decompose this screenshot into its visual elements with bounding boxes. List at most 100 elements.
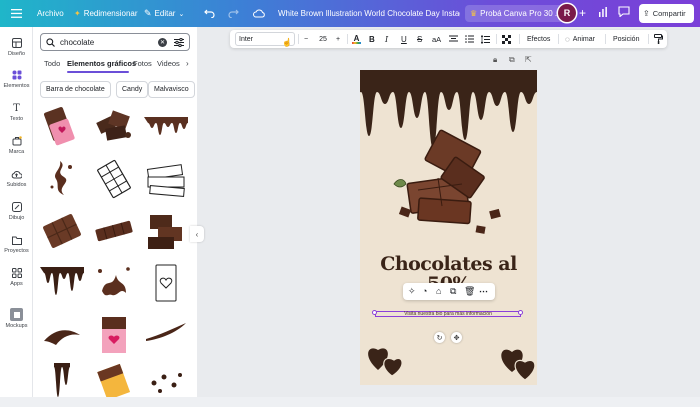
divider	[558, 34, 559, 44]
design-page[interactable]: Chocolates al 50% Visita nuestra bio par…	[360, 70, 537, 385]
graphic-chocolate-splash[interactable]	[40, 157, 84, 201]
italic-button[interactable]: I	[385, 30, 388, 48]
divider	[519, 34, 520, 44]
tab-photos[interactable]: Fotos	[133, 59, 152, 68]
graphic-chocolate-bar-heart-outline[interactable]	[144, 261, 188, 305]
magic-write-icon[interactable]: ✧	[408, 286, 416, 296]
search-input[interactable]: chocolate ✕	[40, 33, 190, 51]
underline-button[interactable]: U	[401, 30, 407, 48]
graphic-chocolate-stack-outline[interactable]	[144, 157, 188, 201]
animate-button[interactable]: ◌ Animar	[565, 30, 595, 48]
upload-icon	[11, 168, 23, 180]
text-color-icon: A	[353, 33, 360, 43]
font-size-value[interactable]: 25	[315, 30, 331, 48]
chip[interactable]: Barra de chocolate	[40, 81, 111, 98]
letter-case-button[interactable]: aA	[432, 30, 441, 48]
graphic-chocolate-bar-dark[interactable]	[40, 209, 84, 253]
bold-button[interactable]: B	[369, 30, 375, 48]
rail-item-design[interactable]: Diseño	[0, 37, 33, 57]
filter-icon[interactable]	[174, 37, 184, 47]
rail-item-text[interactable]: T Texto	[0, 102, 33, 123]
hamburger-icon[interactable]	[10, 7, 22, 19]
line-spacing-icon[interactable]	[481, 30, 490, 48]
more-options-icon[interactable]: ⋯	[479, 286, 488, 296]
selected-subtitle-text[interactable]: Visita nuestra bio para más información	[375, 311, 521, 317]
graphic-chocolate-bar-outline[interactable]	[92, 157, 136, 201]
add-page-icon[interactable]: ⇱	[525, 55, 532, 64]
rail-label: Mockups	[5, 323, 28, 329]
tab-all[interactable]: Todo	[44, 59, 60, 68]
text-color-button[interactable]: A	[352, 30, 361, 48]
rail-item-draw[interactable]: Dibujo	[0, 201, 33, 221]
graphic-chocolate-drip-curve[interactable]	[144, 313, 188, 357]
graphic-chocolate-bar-pink[interactable]	[40, 105, 84, 149]
graphic-chocolate-chips[interactable]	[144, 363, 188, 407]
rail-item-projects[interactable]: Proyectos	[0, 234, 33, 254]
draw-icon	[11, 201, 23, 213]
avatar[interactable]: R	[558, 4, 576, 22]
file-menu[interactable]: Archivo	[37, 9, 64, 18]
list-icon[interactable]	[465, 30, 474, 48]
chocolate-illustration	[360, 70, 537, 381]
graphic-chocolate-drip[interactable]	[40, 261, 84, 305]
graphic-chocolate-bar-flat[interactable]	[92, 209, 136, 253]
brand-icon	[11, 135, 23, 147]
rail-label: Marca	[8, 149, 25, 155]
duplicate-icon[interactable]: ⧉	[450, 286, 456, 296]
tab-underline	[67, 71, 129, 73]
chip[interactable]: Malvavisco	[148, 81, 195, 98]
graphic-chocolate-wrapper[interactable]	[92, 363, 136, 407]
rail-label: Diseño	[7, 51, 26, 57]
delete-icon[interactable]: 🗑︎	[464, 286, 475, 296]
chevron-right-icon[interactable]: ›	[186, 59, 189, 68]
position-button[interactable]: Posición	[613, 30, 639, 48]
chip[interactable]: Candy	[116, 81, 149, 98]
redo-icon[interactable]	[228, 7, 240, 19]
graphic-chocolate-drip-single[interactable]	[40, 363, 84, 407]
tab-graphics[interactable]: Elementos gráficos	[67, 59, 136, 68]
rail-item-apps[interactable]: Apps	[0, 267, 33, 287]
graphic-chocolate-liquid-splash[interactable]	[92, 261, 136, 305]
transparency-icon[interactable]	[502, 30, 511, 48]
edit-menu[interactable]: ✎ Editar ⌄	[144, 8, 184, 19]
comment-add-icon[interactable]: ◔	[422, 286, 427, 296]
analytics-icon[interactable]	[598, 7, 608, 17]
font-size-increase[interactable]: +	[336, 30, 340, 48]
rail-item-elements[interactable]: Elementos	[0, 69, 33, 89]
graphic-chocolate-drip-border[interactable]	[144, 105, 188, 149]
undo-icon[interactable]	[204, 7, 216, 19]
rail-item-brand[interactable]: Marca	[0, 135, 33, 155]
font-size-decrease[interactable]: −	[304, 30, 308, 48]
resize-handle[interactable]	[372, 310, 377, 315]
duplicate-page-icon[interactable]: ⧉	[509, 55, 515, 65]
move-icon[interactable]: ✥	[451, 332, 462, 343]
resize-handle[interactable]	[518, 310, 523, 315]
top-bar: Archivo ✦ Redimensionar ✎ Editar ⌄ White…	[0, 0, 700, 27]
tab-videos[interactable]: Videos	[157, 59, 180, 68]
rotate-icon[interactable]: ↻	[434, 332, 445, 343]
graphic-chocolate-bar-pink-heart[interactable]	[92, 313, 136, 357]
collapse-panel-button[interactable]: ‹	[190, 226, 204, 242]
edit-label: Editar	[154, 9, 176, 18]
strikethrough-button[interactable]: S	[417, 30, 422, 48]
effects-button[interactable]: Efectos	[527, 30, 550, 48]
font-name: Inter	[239, 35, 254, 43]
cloud-saved-icon[interactable]	[253, 7, 266, 19]
try-pro-button[interactable]: ♛ Probá Canva Pro 30 ...	[465, 5, 567, 22]
lock-icon[interactable]: 🔒︎	[493, 55, 497, 65]
graphic-chocolate-blocks[interactable]	[144, 209, 188, 253]
align-center-icon[interactable]	[449, 30, 458, 48]
resize-button[interactable]: ✦ Redimensionar	[74, 9, 138, 18]
clear-icon[interactable]: ✕	[158, 37, 167, 47]
paint-roller-icon[interactable]	[654, 30, 663, 48]
document-title[interactable]: White Brown Illustration World Chocolate…	[278, 9, 460, 18]
add-collaborator-icon[interactable]: +	[579, 6, 586, 20]
rail-item-uploads[interactable]: Subidos	[0, 168, 33, 188]
lock-element-icon[interactable]: ⌂	[436, 286, 441, 296]
graphic-chocolate-pile[interactable]	[92, 105, 136, 149]
rail-item-mockups[interactable]: Mockups	[0, 308, 33, 329]
comment-icon[interactable]	[618, 6, 630, 17]
graphic-chocolate-swirl[interactable]	[40, 313, 84, 357]
resize-label: Redimensionar	[83, 9, 138, 18]
share-button[interactable]: ⇪ Compartir	[639, 4, 694, 23]
